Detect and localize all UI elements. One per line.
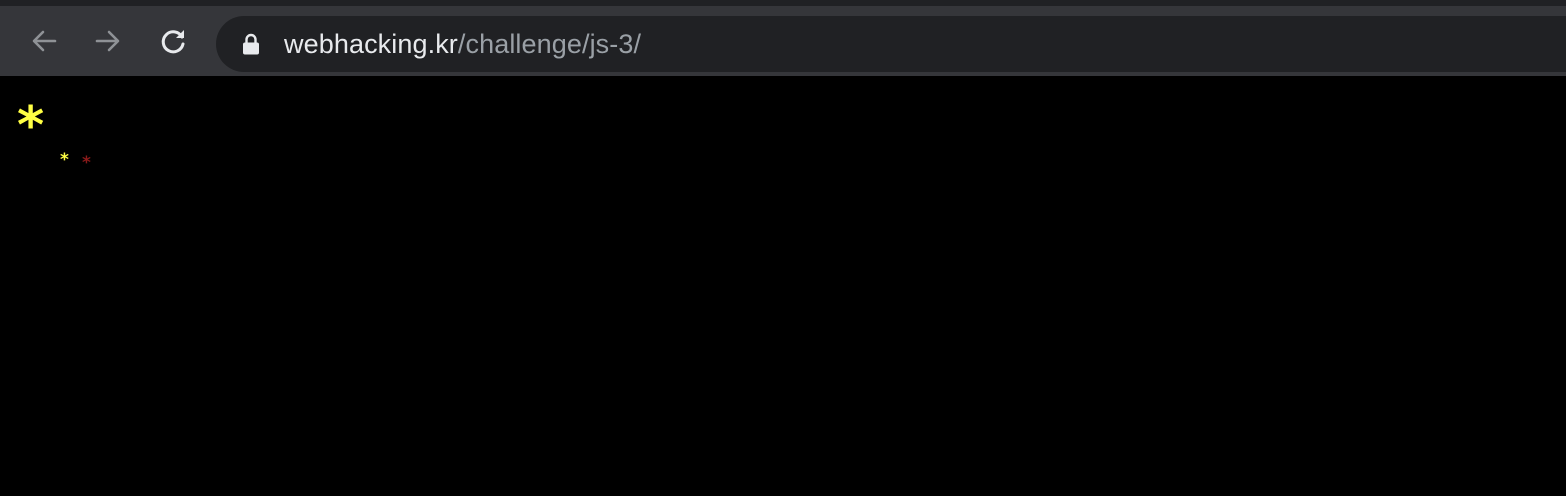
forward-button[interactable] bbox=[90, 23, 126, 59]
url-host: webhacking.kr bbox=[284, 29, 458, 59]
back-button[interactable] bbox=[26, 23, 62, 59]
url-text: webhacking.kr/challenge/js-3/ bbox=[284, 29, 641, 59]
arrow-left-icon bbox=[32, 30, 57, 52]
lock-icon bbox=[243, 33, 259, 55]
url-path: /challenge/js-3/ bbox=[457, 29, 642, 59]
browser-toolbar: webhacking.kr/challenge/js-3/ bbox=[0, 0, 1566, 82]
reload-button[interactable] bbox=[155, 23, 191, 59]
small-yellow-star[interactable]: * bbox=[60, 152, 69, 169]
small-red-star[interactable]: * bbox=[82, 155, 91, 172]
large-yellow-star[interactable]: * bbox=[17, 100, 44, 152]
reload-icon bbox=[161, 30, 185, 54]
address-bar[interactable]: webhacking.kr/challenge/js-3/ bbox=[216, 16, 1566, 72]
page-content: * * * bbox=[0, 76, 1566, 496]
arrow-right-icon bbox=[95, 30, 120, 52]
